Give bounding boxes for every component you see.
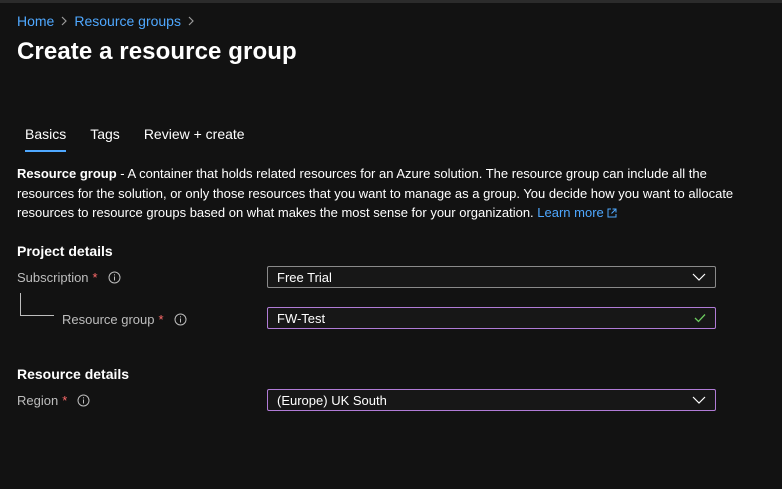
region-label: Region * [17,393,90,408]
description-text: - A container that holds related resourc… [17,166,734,220]
subscription-value: Free Trial [277,269,332,285]
tab-tags[interactable]: Tags [82,126,128,152]
resource-details-title: Resource details [17,366,130,382]
tab-review-create[interactable]: Review + create [136,126,253,152]
subscription-label-text: Subscription [17,270,89,285]
tab-bar: Basics Tags Review + create [17,126,261,152]
region-dropdown[interactable]: (Europe) UK South [267,389,716,411]
required-asterisk: * [92,270,98,285]
external-link-icon [607,208,617,218]
description-term: Resource group [17,166,117,181]
resource-group-label-text: Resource group [62,312,155,327]
region-value: (Europe) UK South [277,392,387,408]
required-asterisk: * [158,312,164,327]
description: Resource group - A container that holds … [17,164,757,223]
resource-group-input[interactable]: FW-Test [267,307,716,329]
page-title: Create a resource group [17,38,297,65]
chevron-down-icon [692,396,706,404]
chevron-down-icon [692,273,706,281]
checkmark-icon [694,314,706,323]
region-label-text: Region [17,393,59,408]
info-icon[interactable] [108,271,121,284]
info-icon[interactable] [174,313,187,326]
project-details-title: Project details [17,243,113,259]
breadcrumb-resource-groups[interactable]: Resource groups [74,13,181,29]
info-icon[interactable] [77,394,90,407]
subscription-dropdown[interactable]: Free Trial [267,266,716,288]
required-asterisk: * [62,393,68,408]
breadcrumb-home[interactable]: Home [17,13,54,29]
subscription-label: Subscription * [17,270,121,285]
resource-group-value: FW-Test [277,310,326,326]
breadcrumb: Home Resource groups [17,13,201,29]
learn-more-label: Learn more [537,205,604,220]
tree-connector [20,293,54,316]
resource-group-label: Resource group * [62,312,187,327]
chevron-right-icon [61,16,68,26]
tab-basics[interactable]: Basics [17,126,74,152]
chevron-right-icon [188,16,194,26]
top-bar [0,0,782,3]
learn-more-link[interactable]: Learn more [537,205,617,220]
